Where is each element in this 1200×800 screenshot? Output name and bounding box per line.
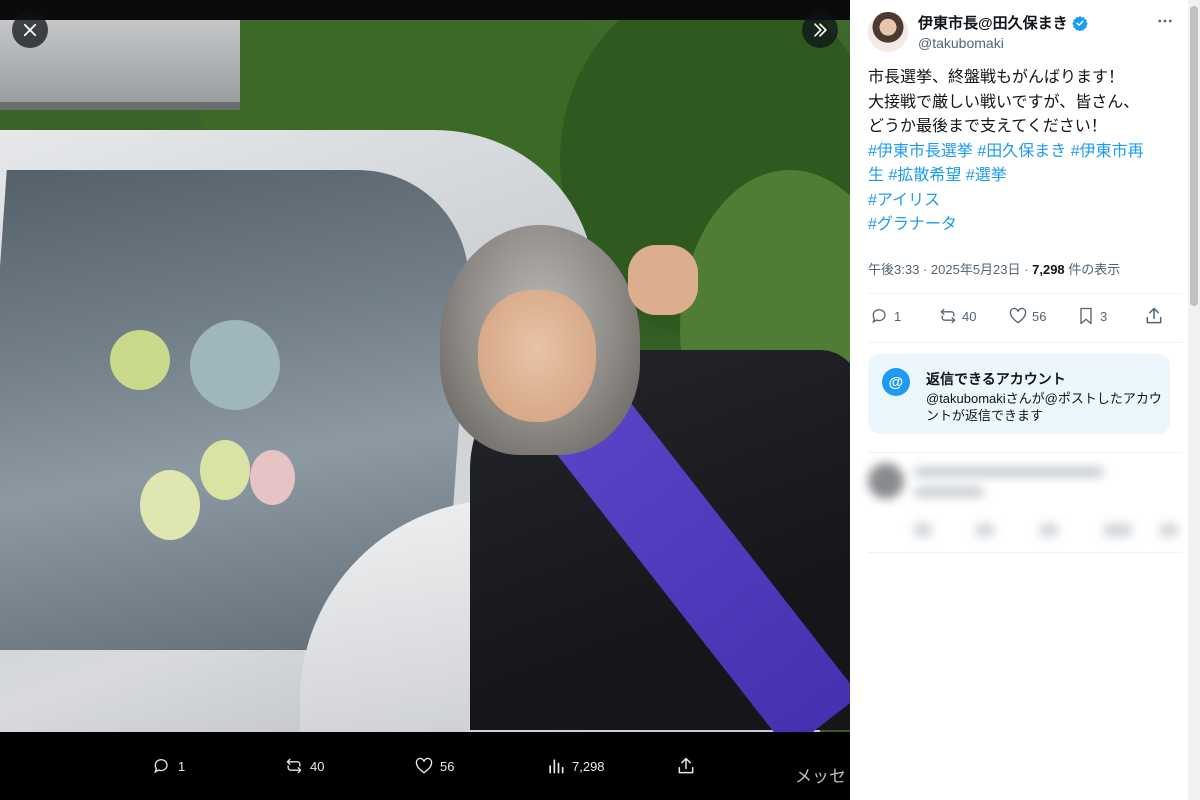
blurred-icon [914,523,932,537]
scrollbar-thumb[interactable] [1190,6,1198,306]
reply-count: 1 [894,308,902,324]
photo-person-face [478,290,596,422]
blurred-icon [976,523,994,537]
hashtag-line: #アイリス [868,189,1173,214]
bookmark-button[interactable]: 3 [1076,306,1107,326]
photo-person-fist [628,245,698,315]
divider [868,552,1182,553]
tweet-photo[interactable] [0,20,850,732]
media-viewer: 1 40 56 7,298 [0,0,850,800]
author-handle[interactable]: @takubomaki [918,35,1088,51]
author-display-name[interactable]: 伊東市長@田久保まき [918,12,1088,33]
close-icon [23,23,37,37]
photo-plush-toy [190,320,280,410]
repost-icon [286,758,302,774]
tweet-views-label: 件の表示 [1068,262,1121,277]
reply-restriction-title: 返信できるアカウント [926,371,1066,387]
hashtag-link[interactable]: 生 [868,167,884,184]
mention-icon: @ [882,368,910,396]
hashtag-link[interactable]: #田久保まき [977,143,1066,160]
media-repost-count: 40 [310,758,325,774]
hashtag-link[interactable]: #拡散希望 [888,167,961,184]
media-view-count: 7,298 [572,758,605,774]
media-like-button[interactable]: 56 [414,756,454,776]
media-reply-count: 1 [178,758,186,774]
reply-icon [872,309,886,324]
author-names: 伊東市長@田久保まき @takubomaki [918,12,1088,51]
verified-badge-icon [1071,15,1088,31]
repost-count: 40 [962,308,977,324]
bookmark-icon [1080,307,1092,325]
tweet-text-line: どうか最後まで支えてください！ [868,118,1107,135]
analytics-icon [549,759,564,774]
like-button[interactable]: 56 [1008,306,1046,326]
media-repost-button[interactable]: 40 [284,756,324,776]
blurred-text [914,487,984,497]
hashtag-link[interactable]: #選挙 [966,167,1007,184]
hashtag-link[interactable]: #伊東市再 [1071,143,1144,160]
close-button[interactable] [12,12,48,48]
chevrons-right-icon [814,23,827,37]
photo-plush-toy [200,440,250,500]
tweet-detail-panel: 伊東市長@田久保まき @takubomaki 市長選挙、終盤戦もがんばります！ … [850,0,1200,800]
tweet-text-line: 大接戦で厳しい戦いですが、皆さん、 [868,93,1140,111]
expand-panel-button[interactable] [802,12,838,48]
share-icon [678,757,694,774]
tweet-text-line: 市長選挙、終盤戦もがんばります！ [868,69,1125,86]
tweet-time[interactable]: 午後3:33 [868,262,919,277]
avatar[interactable] [868,12,908,52]
reply-restriction-description: @takubomakiさんが@ポストしたアカウントが返信できます [926,391,1162,423]
bookmark-count: 3 [1100,308,1108,324]
like-count: 56 [1032,308,1047,324]
media-action-bar: 1 40 56 7,298 [0,732,850,800]
share-icon [1146,307,1162,324]
divider [868,342,1182,343]
hashtag-line: 生 #拡散希望 #選挙 [868,164,1173,189]
hashtag-link[interactable]: #アイリス [868,192,940,209]
blurred-reply [864,455,1184,550]
divider [868,452,1182,453]
blurred-icon [1160,523,1178,537]
hashtag-line: #伊東市長選挙 #田久保まき #伊東市再 [868,140,1173,165]
hashtag-link[interactable]: #グラナータ [868,216,957,233]
reply-restriction-notice: @ 返信できるアカウント @takubomakiさんが@ポストしたアカウントが返… [868,354,1170,434]
meta-separator: · [1024,262,1029,277]
more-options-button[interactable] [1156,12,1174,35]
share-button[interactable] [1144,306,1168,326]
reply-icon [154,759,168,774]
blurred-icon [1104,523,1132,537]
heart-icon [1009,307,1027,324]
blurred-avatar [868,463,904,499]
tweet-text: 市長選挙、終盤戦もがんばります！ 大接戦で厳しい戦いですが、皆さん、 どうか最後… [868,66,1173,238]
hashtag-line: #グラナータ [868,213,1173,238]
photo-plush-toy [110,330,170,390]
messages-drawer-peek[interactable]: メッセ [795,762,846,787]
scrollbar[interactable] [1188,0,1200,800]
tweet-meta: 午後3:33 · 2025年5月23日 · 7,298 件の表示 [868,259,1120,278]
media-share-button[interactable] [676,756,702,776]
media-like-count: 56 [440,758,455,774]
author-display-name-text[interactable]: 伊東市長@田久保まき [918,12,1068,33]
app-window: 1 40 56 7,298 メッセ 伊東市長@田久保まき @takubomaki… [0,0,1200,800]
media-reply-button[interactable]: 1 [152,756,185,776]
media-views-button[interactable]: 7,298 [546,756,605,776]
tweet-view-count: 7,298 [1032,262,1065,277]
tweet-date[interactable]: 2025年5月23日 [931,262,1021,277]
blurred-icon [1040,523,1058,537]
photo-plush-toy [250,450,295,505]
more-icon [1158,19,1172,23]
repost-icon [940,308,956,324]
photo-plush-toy [140,470,200,540]
hashtag-link[interactable]: #伊東市長選挙 [868,143,973,160]
tweet-author: 伊東市長@田久保まき @takubomaki [868,12,1088,52]
blurred-text [914,467,1104,477]
tweet-action-bar: 1 40 56 3 [868,306,1168,334]
divider [868,293,1182,294]
meta-separator: · [922,262,928,277]
reply-button[interactable]: 1 [870,306,901,326]
repost-button[interactable]: 40 [938,306,976,326]
heart-icon [415,757,433,774]
